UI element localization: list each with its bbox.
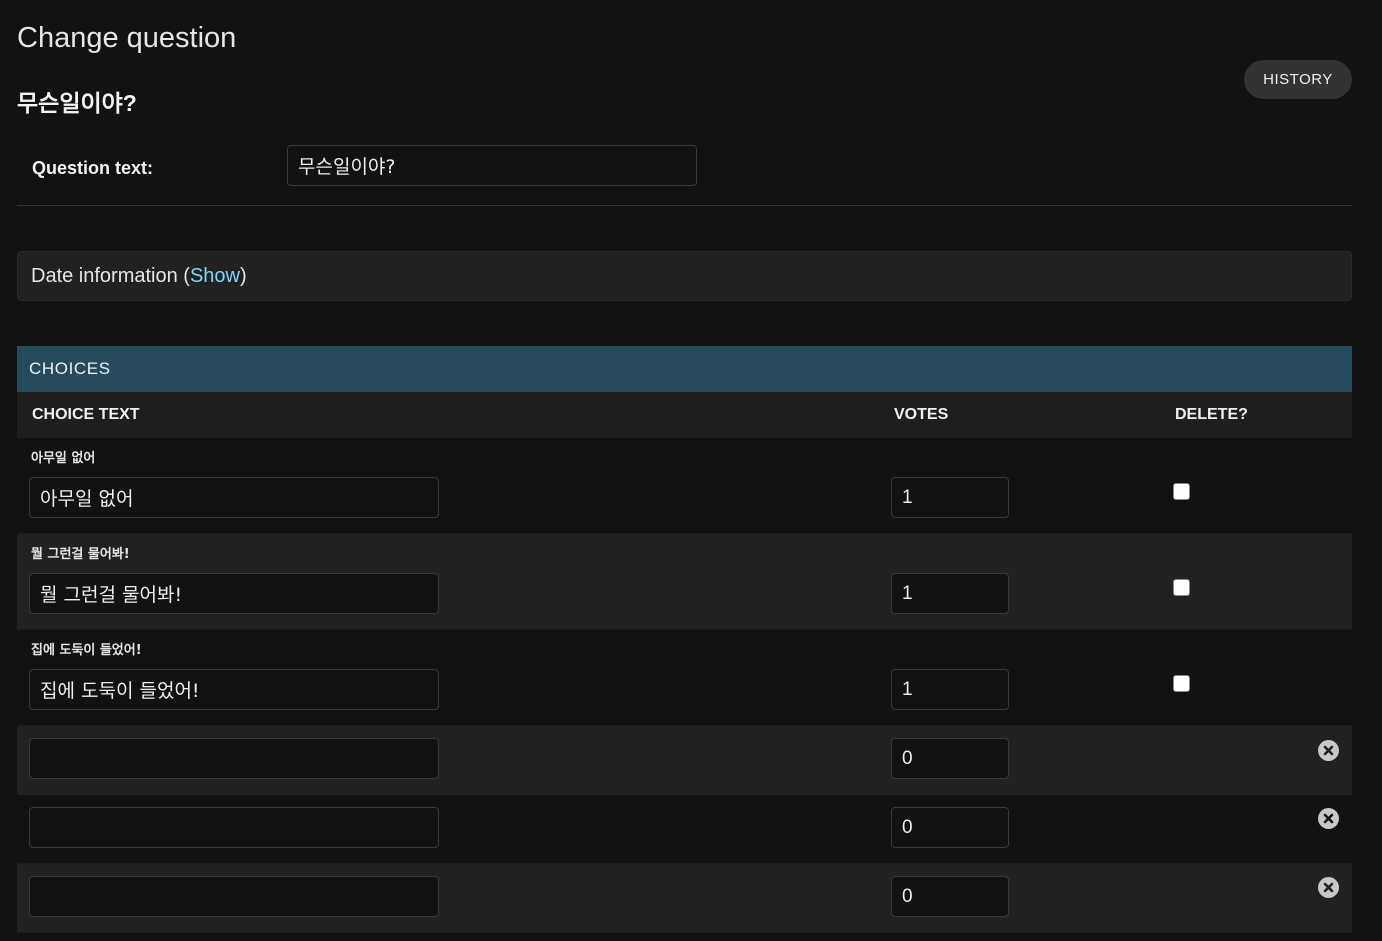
choice-caption: 뭘 그런걸 물어봐!: [31, 547, 130, 562]
choice-row: 아무일 없어: [17, 438, 1352, 534]
history-button[interactable]: HISTORY: [1244, 60, 1352, 99]
delete-checkbox[interactable]: [1173, 675, 1190, 692]
choice-caption: 집에 도둑이 들었어!: [31, 643, 142, 658]
votes-input[interactable]: [891, 669, 1009, 710]
extra-choice-row: [17, 795, 1352, 864]
column-votes: VOTES: [894, 406, 949, 423]
date-information-close-paren: ): [240, 265, 247, 287]
date-information-label: Date information (: [31, 265, 190, 287]
choice-text-input[interactable]: [29, 573, 439, 614]
choice-text-input[interactable]: [29, 738, 439, 779]
date-information-heading: Date information (Show): [31, 265, 247, 288]
choice-text-input[interactable]: [29, 477, 439, 518]
date-information-fieldset: Date information (Show): [17, 251, 1352, 301]
remove-row-icon[interactable]: [1318, 740, 1339, 761]
extra-choice-row: [17, 726, 1352, 796]
show-link[interactable]: Show: [190, 265, 240, 287]
choice-row: 집에 도둑이 들었어!: [17, 630, 1352, 726]
votes-input[interactable]: [891, 477, 1009, 518]
choice-text-input[interactable]: [29, 807, 439, 848]
choice-row: 뭘 그런걸 물어봐!: [17, 534, 1352, 630]
choice-caption: 아무일 없어: [31, 451, 96, 466]
column-choice-text: CHOICE TEXT: [32, 406, 140, 423]
object-title: 무슨일이야?: [17, 90, 137, 116]
votes-input[interactable]: [891, 738, 1009, 779]
extra-choice-row: [17, 864, 1352, 933]
votes-input[interactable]: [891, 876, 1009, 917]
delete-checkbox[interactable]: [1173, 579, 1190, 596]
page-title: Change question: [17, 22, 237, 54]
question-text-row: Question text:: [17, 130, 1352, 206]
choices-module-header: CHOICES: [17, 346, 1352, 392]
question-text-input[interactable]: [287, 145, 697, 186]
choice-text-input[interactable]: [29, 669, 439, 710]
choices-columns-header: CHOICE TEXT VOTES DELETE?: [17, 392, 1352, 439]
delete-checkbox[interactable]: [1173, 483, 1190, 500]
votes-input[interactable]: [891, 807, 1009, 848]
change-question-page: Change question 무슨일이야? HISTORY Question …: [0, 0, 1382, 941]
remove-row-icon[interactable]: [1318, 808, 1339, 829]
choice-text-input[interactable]: [29, 876, 439, 917]
votes-input[interactable]: [891, 573, 1009, 614]
column-delete: DELETE?: [1175, 406, 1248, 423]
question-text-label: Question text:: [32, 158, 154, 178]
remove-row-icon[interactable]: [1318, 877, 1339, 898]
